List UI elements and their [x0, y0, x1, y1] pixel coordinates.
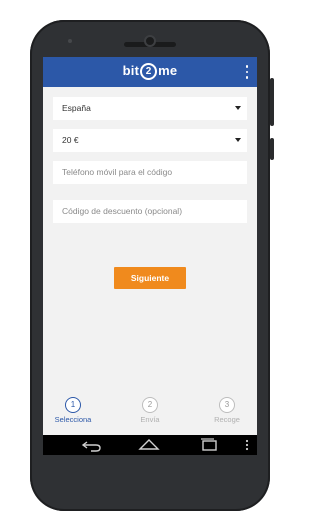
dropdown-caret-icon — [235, 106, 241, 110]
step-select[interactable]: 1 Selecciona — [43, 397, 103, 424]
step-number: 3 — [219, 397, 235, 413]
app-screen: bit 2 me España 20 € Teléfono móvil para e… — [43, 57, 257, 435]
proximity-sensor — [68, 39, 72, 43]
phone-frame: bit 2 me España 20 € Teléfono móvil para e… — [30, 20, 274, 511]
dropdown-caret-icon — [235, 138, 241, 142]
step-label: Envía — [140, 415, 160, 424]
amount-select-value: 20 € — [62, 135, 79, 145]
step-label: Selecciona — [54, 415, 92, 424]
step-number: 1 — [65, 397, 81, 413]
phone-input[interactable]: Teléfono móvil para el código — [53, 161, 247, 184]
more-vert-icon[interactable] — [244, 435, 250, 455]
back-icon[interactable] — [81, 435, 103, 455]
bit2me-logo: bit 2 me — [43, 63, 257, 80]
app-bar: bit 2 me — [43, 57, 257, 87]
next-button[interactable]: Siguiente — [114, 267, 186, 289]
system-nav-bar — [43, 435, 257, 455]
recents-icon[interactable] — [198, 435, 220, 455]
phone-input-placeholder: Teléfono móvil para el código — [62, 167, 173, 177]
logo-prefix: bit — [122, 63, 140, 78]
form-area: España 20 € Teléfono móvil para el códig… — [43, 87, 257, 397]
amount-select[interactable]: 20 € — [53, 129, 247, 152]
more-vert-icon[interactable] — [245, 65, 249, 79]
discount-code-placeholder: Código de descuento (opcional) — [62, 206, 183, 216]
country-select-value: España — [62, 103, 91, 113]
step-indicator: 1 Selecciona 2 Envía 3 Recoge — [43, 397, 257, 435]
volume-button — [270, 138, 274, 160]
step-number: 2 — [142, 397, 158, 413]
logo-number: 2 — [140, 63, 158, 80]
front-camera — [144, 35, 156, 47]
logo-suffix: me — [158, 63, 178, 78]
step-label: Recoge — [214, 415, 240, 424]
power-button — [270, 78, 274, 126]
home-icon[interactable] — [137, 435, 161, 455]
country-select[interactable]: España — [53, 97, 247, 120]
step-send[interactable]: 2 Envía — [120, 397, 180, 424]
step-collect[interactable]: 3 Recoge — [197, 397, 257, 424]
discount-code-input[interactable]: Código de descuento (opcional) — [53, 200, 247, 223]
